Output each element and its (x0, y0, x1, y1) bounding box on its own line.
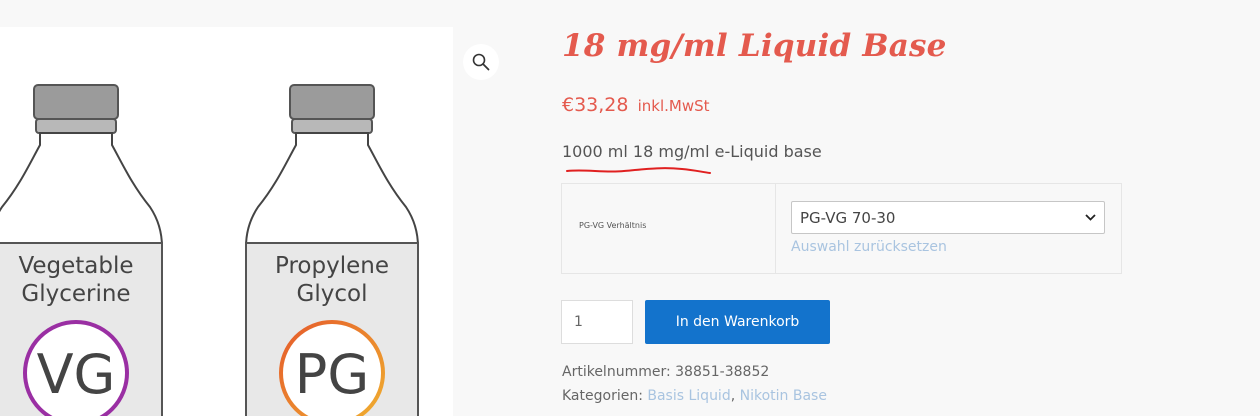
category-link-nikotin-base[interactable]: Nikotin Base (740, 388, 827, 404)
reset-selection-link[interactable]: Auswahl zurücksetzen (791, 239, 947, 255)
categories-line: Kategorien: Basis Liquid, Nikotin Base (562, 388, 827, 404)
tax-note: inkl.MwSt (637, 97, 710, 115)
product-image: Vegetable Glycerine VG Propylene Glycol … (0, 84, 419, 416)
pg-bottle-abbr: PG (295, 343, 369, 406)
pg-bottle: Propylene Glycol PG (245, 84, 419, 416)
quantity-input[interactable] (561, 300, 633, 344)
zoom-button[interactable] (463, 44, 499, 80)
product-gallery: Vegetable Glycerine VG Propylene Glycol … (0, 27, 453, 416)
vg-bottle-line1: Vegetable (18, 253, 133, 279)
price-amount: €33,28 (562, 94, 629, 116)
variation-label: PG-VG Verhältnis (579, 221, 647, 230)
vg-bottle-abbr: VG (37, 343, 116, 406)
category-separator: , (730, 388, 736, 404)
pg-bottle-line2: Glycol (297, 281, 368, 307)
magnifier-icon (472, 53, 490, 71)
red-underline-annotation (566, 167, 711, 174)
short-description: 1000 ml 18 mg/ml e-Liquid base (562, 142, 822, 161)
pg-vg-select-value: PG-VG 70-30 (800, 208, 896, 227)
sku-line: Artikelnummer: 38851-38852 (562, 364, 769, 380)
category-link-basis-liquid[interactable]: Basis Liquid (647, 388, 730, 404)
chevron-down-icon (1085, 214, 1096, 221)
product-price: €33,28 inkl.MwSt (562, 94, 710, 116)
pg-bottle-line1: Propylene (275, 253, 389, 279)
product-title: 18 mg/ml Liquid Base (562, 28, 947, 64)
add-to-cart-button[interactable]: In den Warenkorb (645, 300, 830, 344)
sku-value: 38851-38852 (675, 364, 770, 380)
categories-label: Kategorien: (562, 388, 643, 404)
vg-bottle-line2: Glycerine (21, 281, 130, 307)
variation-label-cell: PG-VG Verhältnis (562, 184, 776, 273)
variations-table: PG-VG Verhältnis PG-VG 70-30 Auswahl zur… (561, 183, 1122, 274)
vg-bottle: Vegetable Glycerine VG (0, 84, 163, 416)
sku-label: Artikelnummer: (562, 364, 671, 380)
pg-vg-select[interactable]: PG-VG 70-30 (791, 201, 1105, 234)
